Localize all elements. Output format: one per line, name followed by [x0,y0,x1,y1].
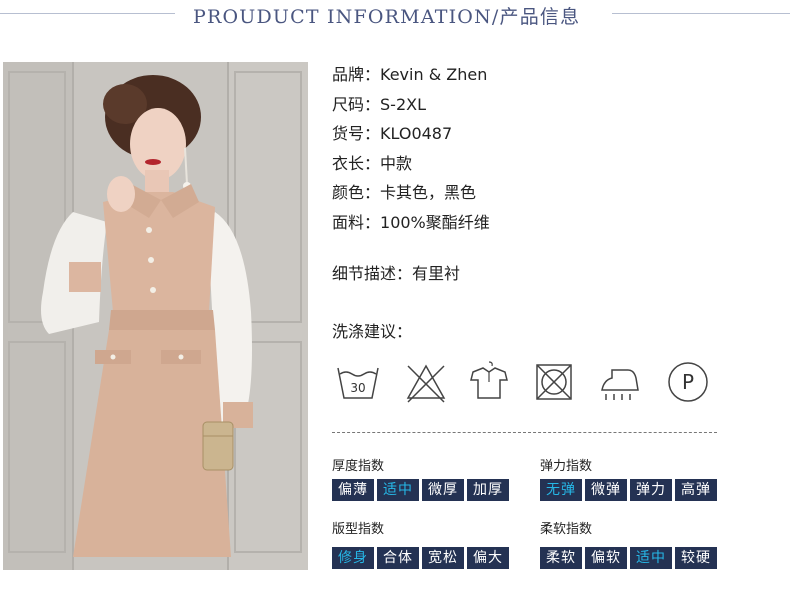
detail-value: 有里衬 [412,264,461,283]
spec-label: 尺码： [332,94,381,114]
thickness-option: 偏薄 [332,479,374,501]
fit-options: 修身 合体 宽松 偏大 [332,547,509,569]
spec-fabric: 面料：100%聚酯纤维 [332,211,762,241]
thickness-option-selected: 适中 [377,479,419,501]
spec-label: 颜色： [332,183,381,202]
detail-description: 细节描述：有里衬 [332,260,460,284]
spec-label: 品牌： [332,65,381,84]
product-photo [3,62,308,570]
spec-value: KLO0487 [380,124,453,143]
spec-brand: 品牌：Kevin & Zhen [332,63,762,93]
spec-color: 颜色：卡其色，黑色 [332,181,762,211]
spec-value: S-2XL [380,94,426,114]
do-not-tumble-dry-icon [536,364,572,400]
wash-temp: 30 [350,381,365,395]
elasticity-option: 高弹 [675,479,717,501]
elasticity-option: 微弹 [585,479,627,501]
spec-label: 面料： [332,212,381,232]
fit-index-title: 版型指数 [332,522,385,537]
thickness-options: 偏薄 适中 微厚 加厚 [332,479,509,501]
fit-option-selected: 修身 [332,547,374,569]
elasticity-option-selected: 无弹 [540,479,582,501]
spec-label: 衣长： [332,153,381,173]
spec-size: 尺码：S-2XL [332,93,762,123]
dry-clean-p-icon: P [668,362,708,402]
softness-option: 柔软 [540,547,582,569]
spec-value: 100%聚酯纤维 [380,212,490,232]
fit-option: 宽松 [422,547,464,569]
header-divider-left [0,13,175,14]
softness-option: 偏软 [585,547,627,569]
fit-option: 偏大 [467,547,509,569]
softness-option-selected: 适中 [630,547,672,569]
wash-30-icon: 30 [337,367,379,399]
dashed-divider [332,432,717,433]
fit-option: 合体 [377,547,419,569]
spec-item-number: 货号：KLO0487 [332,122,762,152]
elasticity-options: 无弹 微弹 弹力 高弹 [540,479,717,501]
thickness-option: 微厚 [422,479,464,501]
spec-value: 卡其色，黑色 [380,183,477,202]
do-not-bleach-icon [406,364,446,403]
section-header: PROUDUCT INFORMATION/产品信息 [0,0,790,34]
softness-index-title: 柔软指数 [540,522,593,537]
wash-advice-title: 洗涤建议： [332,322,413,341]
dryclean-letter: P [682,370,694,394]
care-icons-row: 30 P [332,360,722,406]
spec-list: 品牌：Kevin & Zhen 尺码：S-2XL 货号：KLO0487 衣长：中… [332,63,762,240]
elasticity-option: 弹力 [630,479,672,501]
elasticity-index-title: 弹力指数 [540,459,593,474]
thickness-option: 加厚 [467,479,509,501]
detail-label: 细节描述： [332,264,413,283]
spec-label: 货号： [332,124,381,143]
section-title: PROUDUCT INFORMATION/产品信息 [193,6,581,28]
spec-value: 中款 [380,153,413,173]
hang-dry-icon [470,361,508,399]
softness-options: 柔软 偏软 适中 较硬 [540,547,717,569]
thickness-index-title: 厚度指数 [332,459,385,474]
spec-length: 衣长：中款 [332,152,762,182]
iron-steam-icon [601,369,639,400]
softness-option: 较硬 [675,547,717,569]
spec-value: Kevin & Zhen [380,65,488,84]
header-divider-right [612,13,790,14]
model-illustration [3,62,308,570]
